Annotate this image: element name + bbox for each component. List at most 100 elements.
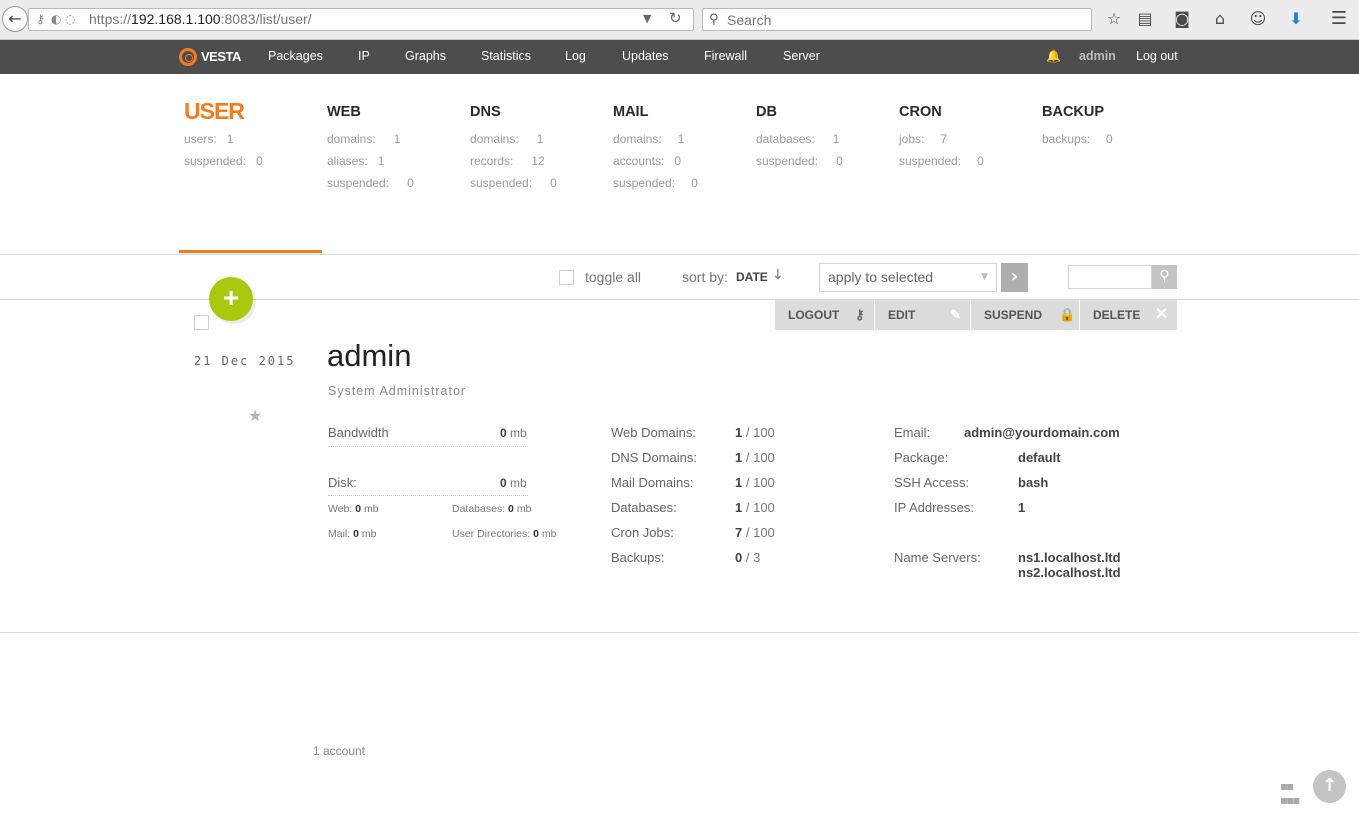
pocket-icon[interactable]: ◙ <box>1170 8 1194 32</box>
apply-button[interactable]: › <box>1001 263 1028 292</box>
nav-log[interactable]: Log <box>565 49 586 63</box>
stat-row: suspended: 0 <box>470 176 557 190</box>
bookmark-star-icon[interactable]: ☆ <box>1102 8 1126 32</box>
url-bar[interactable]: ⚷ ◐ ◌ https://192.168.1.100:8083/list/us… <box>28 8 694 31</box>
sort-by-value[interactable]: DATE <box>736 270 768 284</box>
reading-list-icon[interactable]: ▤ <box>1133 8 1157 32</box>
stat-web[interactable]: WEB domains: 1 aliases: 1 suspended: 0 <box>327 98 414 194</box>
chat-icon[interactable]: ☺ <box>1246 8 1270 32</box>
limit-label: Databases: <box>611 500 677 515</box>
menu-icon[interactable]: ☰ <box>1327 8 1351 32</box>
limit-value: 7 / 100 <box>735 525 775 540</box>
sort-arrow-icon[interactable]: ↓ <box>772 267 784 283</box>
logout-as-user-button[interactable]: LOGOUT ⚷ <box>775 300 874 330</box>
home-icon[interactable]: ⌂ <box>1208 8 1232 32</box>
nav-ip[interactable]: IP <box>358 49 370 63</box>
dropdown-caret-icon: ▼ <box>981 272 988 282</box>
limit-value: 0 / 3 <box>735 550 761 565</box>
stat-cron[interactable]: CRON jobs: 7 suspended: 0 <box>899 98 984 172</box>
nav-firewall[interactable]: Firewall <box>704 49 747 63</box>
disk-web: Web: 0 mb <box>328 503 379 515</box>
stat-title: DNS <box>470 104 501 120</box>
stat-row: suspended: 0 <box>613 176 698 190</box>
suspend-button[interactable]: SUSPEND 🔒 <box>971 300 1079 330</box>
stat-title: BACKUP <box>1042 104 1105 120</box>
site-info-icon[interactable]: ◐ <box>51 12 61 26</box>
chevron-right-icon: › <box>1010 266 1019 287</box>
ssh-access-label: SSH Access: <box>894 475 970 490</box>
row-checkbox[interactable] <box>194 315 209 330</box>
browser-search-input[interactable] <box>725 10 1085 29</box>
disk-user-directories: User Directories: 0 mb <box>452 528 557 540</box>
nav-server[interactable]: Server <box>783 49 820 63</box>
nav-updates[interactable]: Updates <box>622 49 669 63</box>
stat-backup[interactable]: BACKUP backups: 0 <box>1042 98 1113 150</box>
package-label: Package: <box>894 450 949 465</box>
limit-value: 1 / 100 <box>735 450 775 465</box>
add-user-button[interactable]: + <box>209 277 253 321</box>
creation-date: 21 Dec 2015 <box>194 354 296 368</box>
delete-button[interactable]: DELETE ✕ <box>1080 300 1177 330</box>
nav-user[interactable]: admin <box>1079 49 1116 63</box>
disk-databases: Databases: 0 mb <box>452 503 532 515</box>
stat-row: suspended: 0 <box>327 176 414 190</box>
limit-label: Cron Jobs: <box>611 525 674 540</box>
reload-icon[interactable]: ↻ <box>669 9 682 27</box>
toggle-all-checkbox[interactable] <box>559 270 574 285</box>
stat-db[interactable]: DB databases: 1 suspended: 0 <box>756 98 843 172</box>
limit-label: Mail Domains: <box>611 475 694 490</box>
star-icon[interactable]: ★ <box>248 406 262 425</box>
back-arrow-icon[interactable]: ← <box>2 6 28 32</box>
nav-packages[interactable]: Packages <box>268 49 323 63</box>
ip-addresses-label: IP Addresses: <box>894 500 974 515</box>
shortcuts-icon[interactable]: ▪▪ ▪▪▪ <box>1280 779 1300 807</box>
stat-row: suspended: 0 <box>899 154 984 168</box>
user-full-name: System Administrator <box>328 384 467 398</box>
disk-value: 0 mb <box>500 476 527 490</box>
lock-icon: 🔒 <box>1059 307 1076 322</box>
key-icon[interactable]: ⚷ <box>36 12 45 26</box>
logo-ring-icon <box>179 48 197 66</box>
top-navigation: VESTA Packages IP Graphs Statistics Log … <box>0 40 1359 74</box>
stat-row: databases: 1 <box>756 132 840 146</box>
apply-to-selected-select[interactable]: apply to selected ▼ <box>819 263 997 292</box>
search-button[interactable]: ⚲ <box>1152 265 1177 289</box>
active-tab-indicator <box>179 250 322 253</box>
name-server-1: ns1.localhost.ltd <box>1018 550 1121 565</box>
browser-search-box[interactable]: ⚲ <box>702 8 1092 31</box>
divider <box>328 495 528 496</box>
toggle-all-label[interactable]: toggle all <box>585 269 641 285</box>
close-icon: ✕ <box>1155 306 1169 323</box>
user-name[interactable]: admin <box>327 338 411 374</box>
package-value: default <box>1018 450 1061 465</box>
url-text[interactable]: https://192.168.1.100:8083/list/user/ <box>89 11 312 27</box>
disk-label: Disk: <box>328 475 357 490</box>
bell-icon[interactable]: 🔔 <box>1046 49 1061 63</box>
limit-value: 1 / 100 <box>735 475 775 490</box>
name-server-2: ns2.localhost.ltd <box>1018 565 1121 580</box>
nav-graphs[interactable]: Graphs <box>405 49 446 63</box>
stat-row: backups: 0 <box>1042 132 1113 146</box>
ip-addresses-value: 1 <box>1018 500 1026 515</box>
stat-title: USER <box>184 98 245 124</box>
sort-by-label: sort by: <box>682 269 728 285</box>
search-input[interactable] <box>1068 265 1152 289</box>
url-dropdown-icon[interactable]: ▼ <box>643 12 651 25</box>
stat-dns[interactable]: DNS domains: 1 records: 12 suspended: 0 <box>470 98 557 194</box>
stat-user[interactable]: USER users: 1 suspended: 0 <box>184 98 263 172</box>
download-icon[interactable]: ⬇ <box>1284 8 1308 32</box>
scroll-to-top-button[interactable]: ↑ <box>1313 770 1346 803</box>
key-icon: ⚷ <box>855 307 865 322</box>
email-label: Email: <box>894 425 931 440</box>
divider <box>328 446 528 447</box>
stat-mail[interactable]: MAIL domains: 1 accounts: 0 suspended: 0 <box>613 98 698 194</box>
pencil-icon: ✎ <box>950 307 961 322</box>
stat-row: accounts: 0 <box>613 154 682 168</box>
nav-logout[interactable]: Log out <box>1136 49 1178 63</box>
limit-value: 1 / 100 <box>735 500 775 515</box>
stat-row: aliases: 1 <box>327 154 385 168</box>
stat-title: MAIL <box>613 104 649 120</box>
edit-button[interactable]: EDIT ✎ <box>875 300 970 330</box>
nav-statistics[interactable]: Statistics <box>481 49 531 63</box>
browser-toolbar: ← ⚷ ◐ ◌ https://192.168.1.100:8083/list/… <box>0 0 1359 40</box>
